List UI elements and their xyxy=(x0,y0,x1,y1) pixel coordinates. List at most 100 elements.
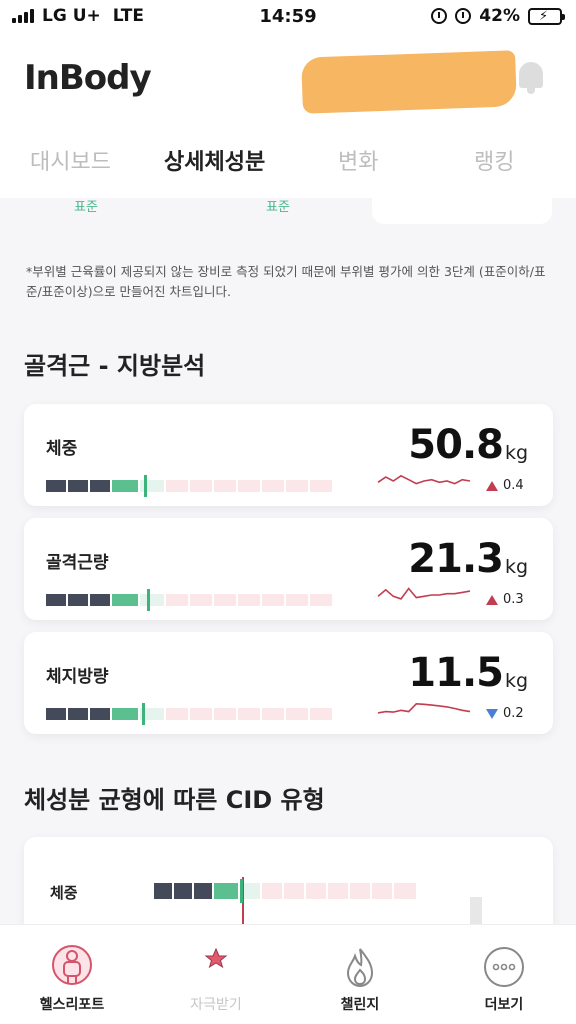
range-segment xyxy=(262,480,284,492)
range-segment xyxy=(68,480,88,492)
range-segment xyxy=(262,708,284,720)
flame-icon xyxy=(346,948,374,988)
standard-label: 표준 xyxy=(266,200,290,215)
trend-sparkline xyxy=(377,474,471,485)
nav-label: 더보기 xyxy=(484,997,524,1013)
range-segment xyxy=(90,708,110,720)
range-segment xyxy=(310,708,332,720)
redacted-user-name xyxy=(301,50,517,114)
range-segment xyxy=(112,480,138,492)
range-bar xyxy=(46,589,346,611)
app-logo: InBody xyxy=(24,58,152,98)
cid-range-bar xyxy=(154,883,424,899)
metric-value: 21.3 xyxy=(408,536,504,582)
nav-health-report[interactable]: 헬스리포트 xyxy=(0,925,144,1024)
trend-line xyxy=(377,474,471,485)
range-bar xyxy=(46,703,346,725)
range-segment xyxy=(46,708,66,720)
metric-unit: kg xyxy=(505,556,529,578)
range-segment xyxy=(286,708,308,720)
app-header: InBody xyxy=(0,34,576,124)
metric-card-weight[interactable]: 체중 50.8 kg 0.4 xyxy=(24,404,553,506)
metric-unit: kg xyxy=(505,442,529,464)
battery-icon: ⚡ xyxy=(528,7,565,25)
nav-label: 챌린지 xyxy=(340,997,380,1013)
star-icon xyxy=(204,947,228,969)
alarm-icon xyxy=(455,8,472,24)
range-bar xyxy=(46,475,346,497)
tab-body-composition[interactable]: 상세체성분 xyxy=(164,144,265,176)
range-segment xyxy=(238,480,260,492)
trend-line xyxy=(377,702,471,714)
battery-percent: 42% xyxy=(479,6,520,26)
cid-row-label: 체중 xyxy=(50,884,78,902)
more-icon xyxy=(484,947,524,987)
nav-challenge[interactable]: 챌린지 xyxy=(288,925,432,1024)
metric-value: 50.8 xyxy=(408,422,504,468)
range-marker xyxy=(147,589,150,611)
bell-icon[interactable] xyxy=(516,56,546,96)
range-segment xyxy=(190,594,212,606)
range-segment xyxy=(286,480,308,492)
tab-changes[interactable]: 변화 xyxy=(338,144,378,176)
metric-value: 11.5 xyxy=(408,650,504,696)
increase-arrow-icon xyxy=(486,480,498,491)
metric-card-skeletal-muscle[interactable]: 골격근량 21.3 kg 0.3 xyxy=(24,518,553,620)
range-segment xyxy=(46,480,66,492)
trend-sparkline xyxy=(377,702,471,714)
trend-sparkline xyxy=(377,587,471,600)
range-segment xyxy=(46,594,66,606)
metric-delta: 0.3 xyxy=(486,592,524,607)
body-icon xyxy=(52,945,92,985)
range-segment xyxy=(214,594,236,606)
metric-label: 골격근량 xyxy=(46,553,109,573)
metric-delta: 0.4 xyxy=(486,478,524,493)
range-segment xyxy=(68,708,88,720)
range-segment xyxy=(286,594,308,606)
metric-unit: kg xyxy=(505,670,529,692)
metric-delta: 0.2 xyxy=(486,706,524,721)
range-segment xyxy=(214,708,236,720)
cid-marker xyxy=(240,879,243,903)
standard-label: 표준 xyxy=(74,200,98,215)
nav-label: 자극받기 xyxy=(190,997,242,1013)
range-segment xyxy=(238,594,260,606)
range-segment xyxy=(262,594,284,606)
status-right: 42% ⚡ xyxy=(431,6,565,26)
range-segment xyxy=(90,594,110,606)
metric-card-body-fat[interactable]: 체지방량 11.5 kg 0.2 xyxy=(24,632,553,734)
range-segment xyxy=(214,480,236,492)
previous-card-bottom xyxy=(372,198,552,224)
range-segment xyxy=(166,708,188,720)
range-segment xyxy=(190,708,212,720)
decrease-arrow-icon xyxy=(486,708,498,719)
tab-ranking[interactable]: 랭킹 xyxy=(474,144,514,176)
range-segment xyxy=(190,480,212,492)
range-segment xyxy=(112,594,138,606)
status-bar: LG U+ LTE 14:59 42% ⚡ xyxy=(0,0,576,34)
nav-motivation[interactable]: 자극받기 xyxy=(144,925,288,1024)
cid-section-title: 체성분 균형에 따른 CID 유형 xyxy=(24,786,325,814)
range-marker xyxy=(142,703,145,725)
increase-arrow-icon xyxy=(486,594,498,605)
range-segment xyxy=(310,480,332,492)
nav-label: 헬스리포트 xyxy=(39,997,105,1013)
metric-label: 체지방량 xyxy=(46,667,109,687)
range-segment xyxy=(140,594,164,606)
range-segment xyxy=(112,708,138,720)
orientation-lock-icon xyxy=(431,8,448,24)
nav-more[interactable]: 더보기 xyxy=(432,925,576,1024)
range-segment xyxy=(166,594,188,606)
bottom-nav: 헬스리포트 자극받기 챌린지 더보기 xyxy=(0,924,576,1024)
range-segment xyxy=(68,594,88,606)
top-tabs: 대시보드 상세체성분 변화 랭킹 xyxy=(0,124,576,198)
trend-line xyxy=(377,587,471,600)
range-segment xyxy=(166,480,188,492)
metric-label: 체중 xyxy=(46,439,78,459)
range-segment xyxy=(90,480,110,492)
chart-note: *부위별 근육률이 제공되지 않는 장비로 측정 되었기 때문에 부위별 평가에… xyxy=(26,264,546,299)
tab-dashboard[interactable]: 대시보드 xyxy=(30,144,111,176)
range-segment xyxy=(310,594,332,606)
range-marker xyxy=(144,475,147,497)
range-segment xyxy=(238,708,260,720)
